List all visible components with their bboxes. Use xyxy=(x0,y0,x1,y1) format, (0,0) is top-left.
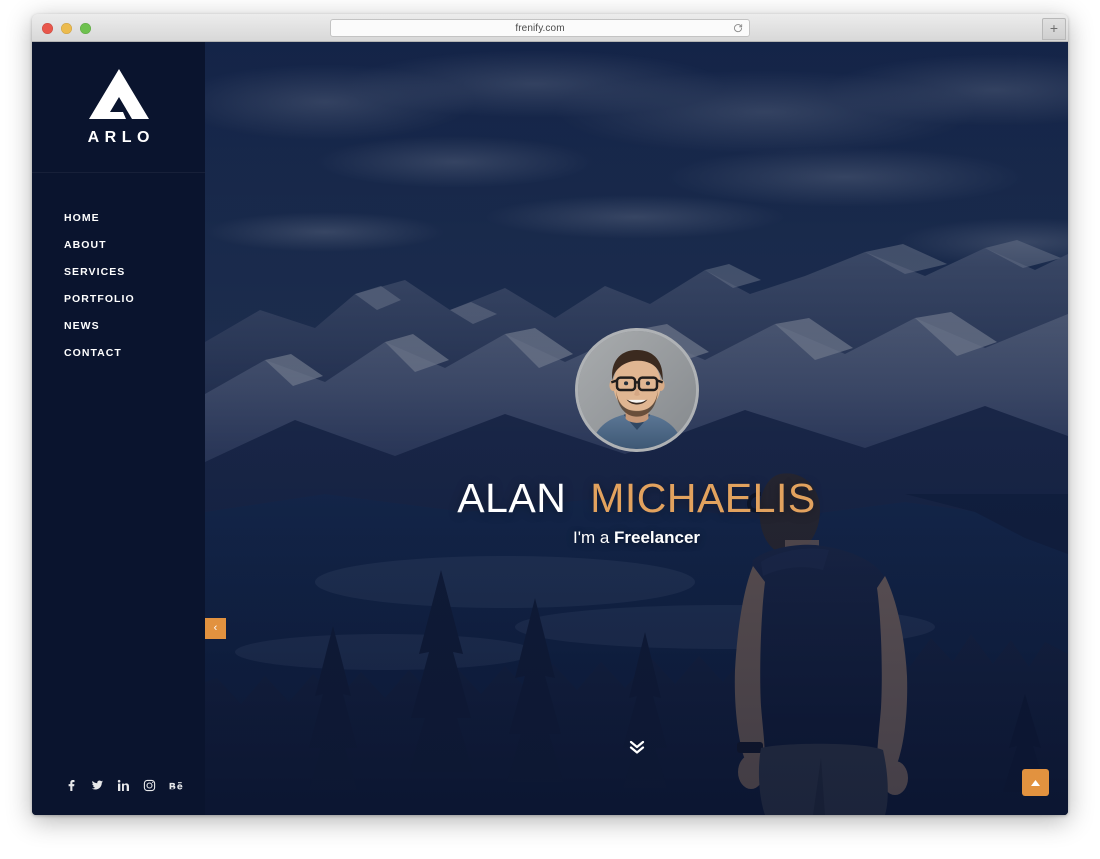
main-navigation: HOME ABOUT SERVICES PORTFOLIO NEWS CONTA… xyxy=(32,205,205,367)
nav-item-about[interactable]: ABOUT xyxy=(64,232,205,259)
sidebar-collapse-button[interactable]: ‹ xyxy=(205,618,226,639)
hero-content: ALAN MICHAELIS I'm a Freelancer xyxy=(205,328,1068,548)
subtitle-prefix: I'm a xyxy=(572,528,615,548)
subtitle-role: Freelancer xyxy=(614,528,701,548)
chevron-up-icon xyxy=(1031,779,1040,786)
facebook-icon[interactable] xyxy=(65,779,78,792)
window-traffic-lights xyxy=(42,23,91,34)
close-window-button[interactable] xyxy=(42,23,53,34)
title-last-name: MICHAELIS xyxy=(590,475,816,521)
logo-area[interactable]: ARLO xyxy=(32,42,205,173)
hero-subtitle: I'm a Freelancer xyxy=(205,528,1068,548)
social-links xyxy=(65,779,184,792)
new-tab-button[interactable]: + xyxy=(1042,18,1066,40)
browser-titlebar: frenify.com + xyxy=(32,14,1068,42)
page-title: ALAN MICHAELIS xyxy=(205,476,1068,520)
reload-icon[interactable] xyxy=(733,23,743,33)
scroll-down-indicator[interactable] xyxy=(205,738,1068,760)
logo-text: ARLO xyxy=(87,128,155,146)
sidebar: ARLO HOME ABOUT SERVICES PORTFOLIO NEWS … xyxy=(32,42,205,815)
avatar xyxy=(574,328,699,452)
title-first-name: ALAN xyxy=(457,475,567,521)
nav-item-services[interactable]: SERVICES xyxy=(64,259,205,286)
url-text: frenify.com xyxy=(515,22,565,34)
twitter-icon[interactable] xyxy=(91,779,104,792)
linkedin-icon[interactable] xyxy=(117,779,130,792)
behance-icon[interactable] xyxy=(169,779,184,792)
nav-item-contact[interactable]: CONTACT xyxy=(64,340,205,367)
avatar-portrait-image xyxy=(577,331,696,449)
address-bar[interactable]: frenify.com xyxy=(330,19,750,37)
website-viewport: ARLO HOME ABOUT SERVICES PORTFOLIO NEWS … xyxy=(32,42,1068,815)
maximize-window-button[interactable] xyxy=(80,23,91,34)
instagram-icon[interactable] xyxy=(143,779,156,792)
arlo-triangle-logo-icon xyxy=(88,68,149,119)
back-to-top-button[interactable] xyxy=(1022,769,1049,796)
browser-window: frenify.com + ARLO HOME ABOUT SERVICES P… xyxy=(32,14,1068,815)
minimize-window-button[interactable] xyxy=(61,23,72,34)
double-chevron-down-icon xyxy=(629,740,644,754)
nav-item-news[interactable]: NEWS xyxy=(64,313,205,340)
nav-item-home[interactable]: HOME xyxy=(64,205,205,232)
nav-item-portfolio[interactable]: PORTFOLIO xyxy=(64,286,205,313)
